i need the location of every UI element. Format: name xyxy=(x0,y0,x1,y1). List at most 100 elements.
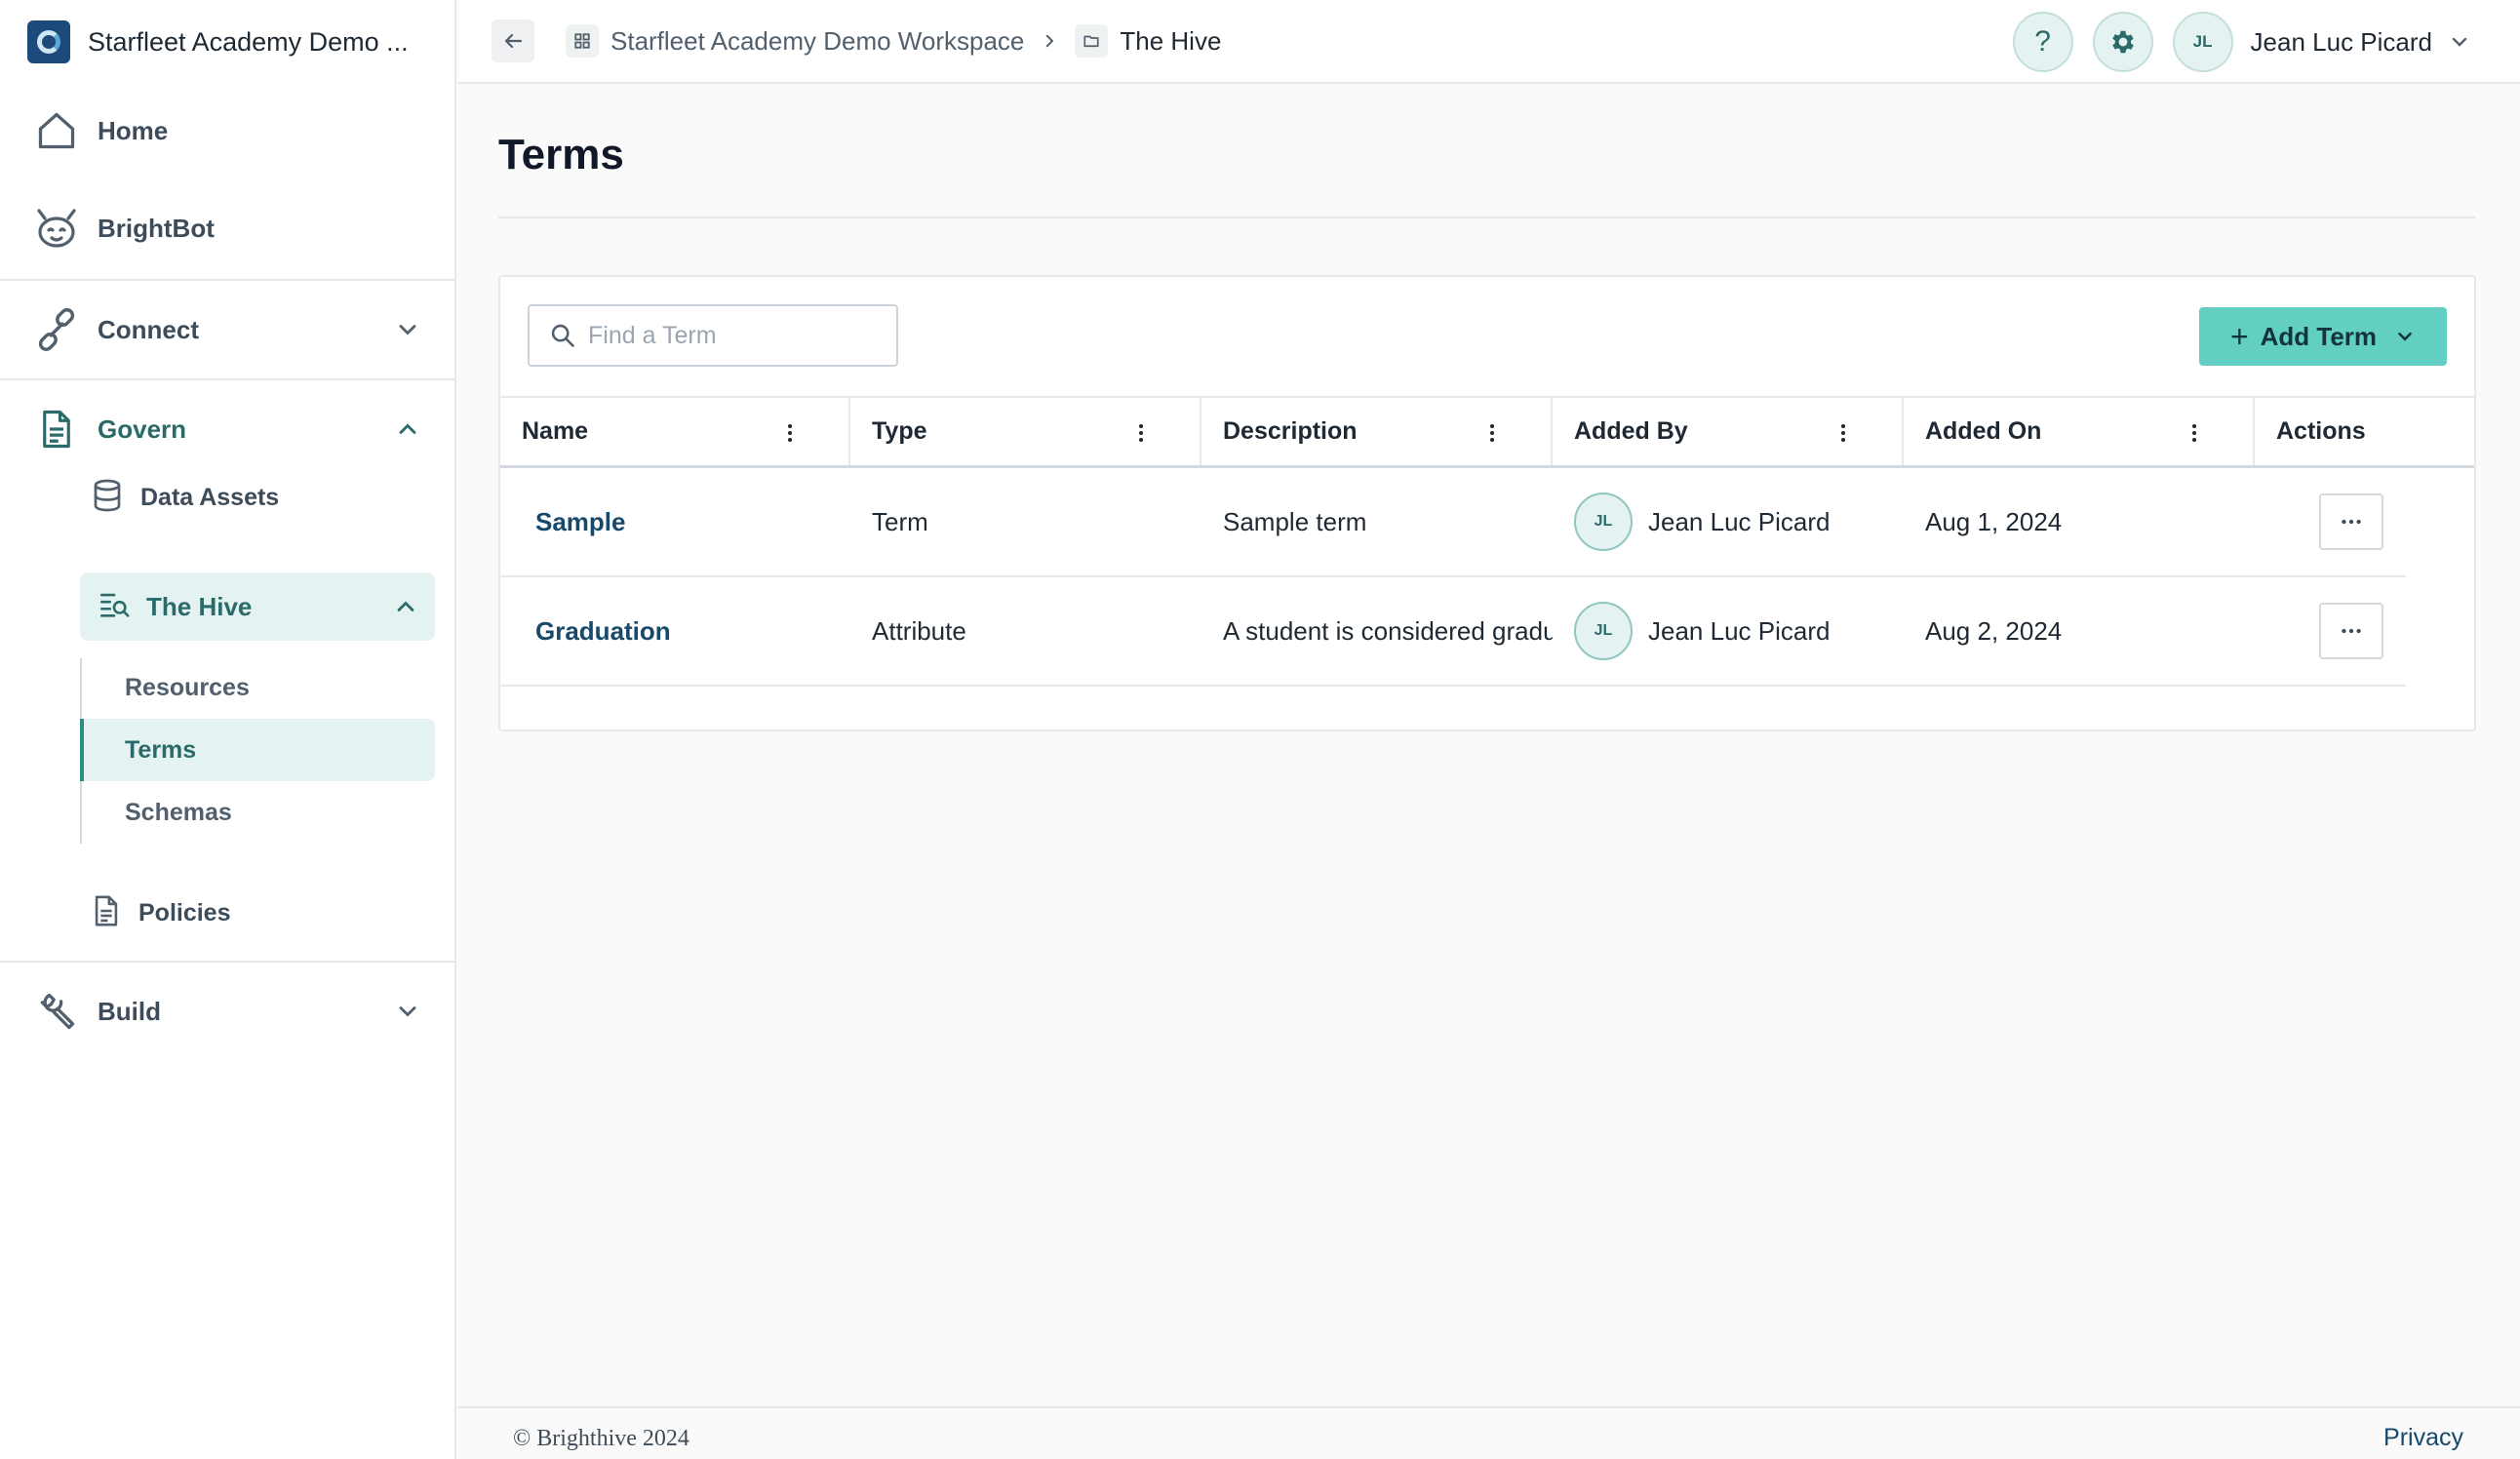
nav-data-assets-label: Data Assets xyxy=(140,483,280,511)
chevron-right-icon xyxy=(1040,31,1059,51)
user-name[interactable]: Jean Luc Picard xyxy=(2251,27,2432,58)
chevron-down-icon[interactable] xyxy=(2448,30,2471,54)
settings-button[interactable] xyxy=(2092,12,2153,72)
user-avatar[interactable]: JL xyxy=(2172,12,2233,72)
nav-policies[interactable]: Policies xyxy=(0,881,454,945)
document-icon xyxy=(33,406,80,453)
wrench-icon xyxy=(33,988,80,1035)
add-term-label: Add Term xyxy=(2260,321,2378,351)
row-actions-button[interactable] xyxy=(2319,603,2383,659)
breadcrumb-current[interactable]: The Hive xyxy=(1120,26,1221,57)
more-horizontal-icon xyxy=(2342,628,2361,634)
plus-icon: + xyxy=(2229,318,2249,354)
grid-icon xyxy=(566,24,599,58)
workspace-name: Starfleet Academy Demo ... xyxy=(88,26,409,57)
column-menu-icon[interactable] xyxy=(1831,421,1855,445)
nav-brightbot[interactable]: BrightBot xyxy=(0,177,454,279)
term-name-link[interactable]: Sample xyxy=(500,468,850,575)
bot-icon xyxy=(33,205,80,252)
nav-resources[interactable]: Resources xyxy=(82,656,435,719)
nav-the-hive[interactable]: The Hive xyxy=(80,572,435,641)
workspace-switcher[interactable]: Starfleet Academy Demo ... xyxy=(0,0,454,84)
search-icon xyxy=(551,324,574,347)
column-menu-icon[interactable] xyxy=(1480,421,1504,445)
term-added-on: Aug 1, 2024 xyxy=(1925,506,2063,536)
header-actions: ? JL Jean Luc Picard xyxy=(2012,0,2520,84)
nav-policies-label: Policies xyxy=(138,898,231,927)
glossary-search-icon xyxy=(98,588,131,626)
column-header-description[interactable]: Description xyxy=(1201,398,1553,465)
arrow-left-icon xyxy=(504,33,523,49)
nav-govern-label: Govern xyxy=(98,414,187,444)
nav-terms[interactable]: Terms xyxy=(82,719,435,781)
chevron-down-icon xyxy=(399,325,416,335)
link-icon xyxy=(33,306,80,353)
chevron-up-icon xyxy=(397,601,414,611)
term-added-on: Aug 2, 2024 xyxy=(1925,615,2063,646)
chevron-down-icon xyxy=(2398,332,2412,341)
nav-schemas[interactable]: Schemas xyxy=(82,781,435,844)
term-added-by: JL Jean Luc Picard xyxy=(1553,468,1904,575)
home-icon xyxy=(33,107,80,154)
term-actions xyxy=(2255,468,2406,575)
column-header-label: Name xyxy=(522,417,589,445)
active-indicator xyxy=(80,719,84,781)
added-by-name: Jean Luc Picard xyxy=(1648,615,1831,646)
table-row[interactable]: Sample Term Sample term JL Jean Luc Pica… xyxy=(500,468,2406,577)
column-header-label: Actions xyxy=(2276,417,2366,445)
term-type: Term xyxy=(872,506,928,536)
page-title: Terms xyxy=(498,131,624,178)
terms-card: + Add Term Name Type Description Added B… xyxy=(498,275,2476,731)
column-menu-icon[interactable] xyxy=(1129,421,1153,445)
document-icon xyxy=(90,892,123,934)
search-box[interactable] xyxy=(528,304,898,367)
term-type: Attribute xyxy=(872,615,966,646)
nav-govern[interactable]: Govern xyxy=(0,380,454,478)
column-header-added-on[interactable]: Added On xyxy=(1904,398,2255,465)
add-term-button[interactable]: + Add Term xyxy=(2199,307,2447,366)
column-header-actions: Actions xyxy=(2255,398,2474,465)
column-header-label: Added By xyxy=(1574,417,1688,445)
help-icon: ? xyxy=(2034,25,2051,58)
term-actions xyxy=(2255,577,2406,685)
footer: © Brighthive 2024 Privacy xyxy=(458,1406,2520,1459)
privacy-link[interactable]: Privacy xyxy=(2383,1424,2463,1452)
nav-build-label: Build xyxy=(98,996,161,1026)
sidebar: Starfleet Academy Demo ... Home BrightBo… xyxy=(0,0,456,1459)
title-divider xyxy=(498,217,2476,218)
term-added-by: JL Jean Luc Picard xyxy=(1553,577,1904,685)
nav-home[interactable]: Home xyxy=(0,84,454,177)
workspace-logo xyxy=(27,20,70,63)
help-button[interactable]: ? xyxy=(2012,12,2073,72)
column-header-added-by[interactable]: Added By xyxy=(1553,398,1904,465)
nav-brightbot-label: BrightBot xyxy=(98,213,215,243)
column-menu-icon[interactable] xyxy=(778,421,802,445)
folder-icon xyxy=(1075,24,1109,58)
nav-the-hive-label: The Hive xyxy=(146,591,253,621)
breadcrumb-workspace[interactable]: Starfleet Academy Demo Workspace xyxy=(610,26,1024,57)
column-menu-icon[interactable] xyxy=(2183,421,2206,445)
nav-connect-label: Connect xyxy=(98,314,199,344)
database-icon xyxy=(90,477,125,519)
avatar: JL xyxy=(1574,493,1633,551)
column-header-label: Description xyxy=(1223,417,1358,445)
breadcrumb: Starfleet Academy Demo Workspace The Hiv… xyxy=(566,24,1221,58)
column-header-name[interactable]: Name xyxy=(500,398,850,465)
nav-home-label: Home xyxy=(98,115,169,145)
table-header: Name Type Description Added By Added On … xyxy=(500,396,2474,468)
copyright-text: © Brighthive 2024 xyxy=(513,1426,689,1451)
top-bar: Starfleet Academy Demo Workspace The Hiv… xyxy=(458,0,2520,84)
row-actions-button[interactable] xyxy=(2319,493,2383,550)
back-button[interactable] xyxy=(492,20,534,62)
table-row[interactable]: Graduation Attribute A student is consid… xyxy=(500,577,2406,687)
nav-connect[interactable]: Connect xyxy=(0,281,454,378)
more-horizontal-icon xyxy=(2342,519,2361,525)
chevron-down-icon xyxy=(399,1006,416,1017)
term-name-link[interactable]: Graduation xyxy=(500,577,850,685)
column-header-type[interactable]: Type xyxy=(850,398,1201,465)
chevron-up-icon xyxy=(399,423,416,434)
column-header-label: Type xyxy=(872,417,927,445)
avatar: JL xyxy=(1574,602,1633,660)
nav-build[interactable]: Build xyxy=(0,963,454,1060)
search-input[interactable] xyxy=(588,321,881,350)
